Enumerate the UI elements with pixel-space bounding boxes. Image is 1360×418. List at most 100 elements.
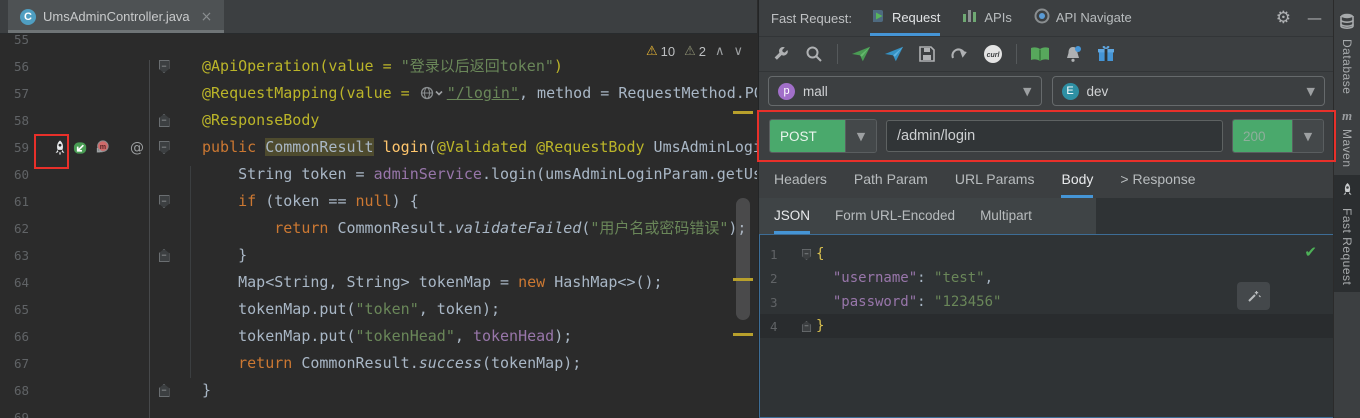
code-text: if (token == null) { (176, 188, 757, 215)
fold-expand-icon[interactable]: − (801, 320, 810, 331)
panel-title: Fast Request: (771, 11, 852, 26)
docs-book-icon[interactable] (1030, 44, 1050, 64)
project-select[interactable]: p mall ▼ (768, 76, 1042, 106)
tab-multipart[interactable]: Multipart (980, 198, 1032, 234)
fold-column: − (152, 60, 176, 73)
tab-api-navigate[interactable]: API Navigate (1034, 0, 1132, 36)
code-token: tokenHead (473, 327, 554, 345)
code-token: "/login" (447, 84, 519, 102)
tool-window-button-fast-request[interactable]: Fast Request (1334, 175, 1360, 292)
override-method-icon[interactable]: m (94, 140, 110, 156)
code-line: 57@RequestMapping(value = "/login", meth… (0, 80, 757, 107)
fold-collapse-icon[interactable]: − (801, 248, 810, 259)
panel-tab-strip: Request APIs API Navigate (870, 0, 1132, 36)
code-line: 60 String token = adminService.login(ums… (0, 161, 757, 188)
env-select[interactable]: E dev ▼ (1052, 76, 1326, 106)
tab-path-param[interactable]: Path Param (854, 162, 928, 198)
tab-body[interactable]: Body (1061, 162, 1093, 198)
editor-pane[interactable]: 5556−@ApiOperation(value = "登录以后返回token"… (0, 0, 757, 418)
line-number: 58 (0, 113, 52, 128)
line-number: 2 (760, 271, 796, 286)
method-select[interactable]: POST ▼ (769, 119, 877, 153)
tab-headers[interactable]: Headers (774, 162, 827, 198)
code-token: , token); (419, 300, 500, 318)
json-body-editor[interactable]: 1−{2 "username": "test",3 "password": "1… (759, 234, 1334, 418)
redo-icon[interactable] (950, 44, 970, 64)
gift-icon[interactable] (1096, 44, 1116, 64)
curl-icon[interactable]: curl (983, 44, 1003, 64)
request-mapping-icon[interactable] (73, 140, 89, 156)
fold-expand-icon[interactable]: − (159, 249, 170, 262)
fold-collapse-icon[interactable]: − (159, 60, 170, 73)
next-problem-icon[interactable]: ∨ (733, 44, 743, 59)
url-input[interactable] (886, 120, 1223, 152)
send-green-icon[interactable] (851, 44, 871, 64)
send-blue-icon[interactable] (884, 44, 904, 64)
tab-apis[interactable]: APIs (962, 0, 1011, 36)
tab-label: API Navigate (1056, 10, 1132, 25)
chevron-down-icon: ▼ (1307, 85, 1315, 98)
line-number: 65 (0, 302, 52, 317)
request-toolbar: curl (759, 37, 1334, 72)
fold-column: − (152, 114, 176, 127)
close-tab-icon[interactable]: × (201, 9, 213, 25)
tab-form-url-encoded[interactable]: Form URL-Encoded (835, 198, 955, 234)
tool-window-label: Maven (1340, 129, 1354, 168)
body-type-tab-strip: JSON Form URL-Encoded Multipart (759, 198, 1096, 234)
project-select-value: mall (803, 84, 828, 99)
gutter-slot (52, 242, 152, 269)
gutter-slot (52, 377, 152, 404)
save-icon[interactable] (917, 44, 937, 64)
notification-bell-icon[interactable] (1063, 44, 1083, 64)
request-line: POST ▼ 200 ▼ (759, 110, 1334, 162)
tool-window-button-database[interactable]: Database (1334, 6, 1360, 101)
gutter-slot (52, 269, 152, 296)
code-token: "tokenHead" (356, 327, 455, 345)
environment-row: p mall ▼ E dev ▼ (759, 72, 1334, 110)
fast-request-header: Fast Request: RequestAPIsAPI Navigate ⚙ … (759, 0, 1334, 37)
code-line: 68−} (0, 377, 757, 404)
line-number: 63 (0, 248, 52, 263)
code-token: return (238, 354, 292, 372)
toolbar-separator (837, 44, 838, 64)
code-token: CommonResult. (328, 219, 454, 237)
wrench-icon[interactable] (771, 44, 791, 64)
tool-window-button-maven[interactable]: mMaven (1334, 101, 1360, 175)
tab-url-params[interactable]: URL Params (955, 162, 1035, 198)
code-line: 63− } (0, 242, 757, 269)
code-token: @RequestMapping(value = (202, 84, 419, 102)
line-number: 64 (0, 275, 52, 290)
editor-scrollbar[interactable] (736, 198, 750, 320)
fold-expand-icon[interactable]: − (159, 384, 170, 397)
fold-expand-icon[interactable]: − (159, 114, 170, 127)
status-code-value: 200 (1233, 120, 1292, 152)
fold-collapse-icon[interactable]: − (159, 141, 170, 154)
tab-request[interactable]: Request (870, 0, 940, 36)
settings-gear-icon[interactable]: ⚙ (1276, 8, 1291, 28)
fast-request-rocket-icon[interactable] (52, 140, 68, 156)
gutter-slot (52, 80, 152, 107)
status-code-select[interactable]: 200 ▼ (1232, 119, 1324, 153)
fold-collapse-icon[interactable]: − (159, 195, 170, 208)
code-token: "token" (356, 300, 419, 318)
code-text: tokenMap.put("token", token); (176, 296, 757, 323)
file-tab[interactable]: C UmsAdminController.java × (8, 0, 224, 33)
gutter-slot (52, 215, 152, 242)
code-token: ( (581, 219, 590, 237)
json-text: { (816, 242, 1333, 266)
search-icon[interactable] (804, 44, 824, 64)
prev-problem-icon[interactable]: ∧ (715, 44, 725, 59)
line-number: 61 (0, 194, 52, 209)
minimize-icon[interactable]: — (1307, 9, 1322, 27)
code-line: 67 return CommonResult.success(tokenMap)… (0, 350, 757, 377)
beautify-json-button[interactable] (1237, 282, 1270, 310)
code-token: Map<String, String> tokenMap = (202, 273, 518, 291)
code-text: } (176, 377, 757, 404)
code-line: 64 Map<String, String> tokenMap = new Ha… (0, 269, 757, 296)
java-code-editor[interactable]: 5556−@ApiOperation(value = "登录以后返回token"… (0, 26, 757, 418)
tab-json[interactable]: JSON (774, 198, 810, 234)
tab-response[interactable]: > Response (1120, 162, 1195, 198)
code-text: String token = adminService.login(umsAdm… (176, 161, 757, 188)
code-token: CommonResult. (292, 354, 418, 372)
inspection-widget[interactable]: ⚠10 ⚠2 ∧ ∨ (646, 44, 743, 59)
